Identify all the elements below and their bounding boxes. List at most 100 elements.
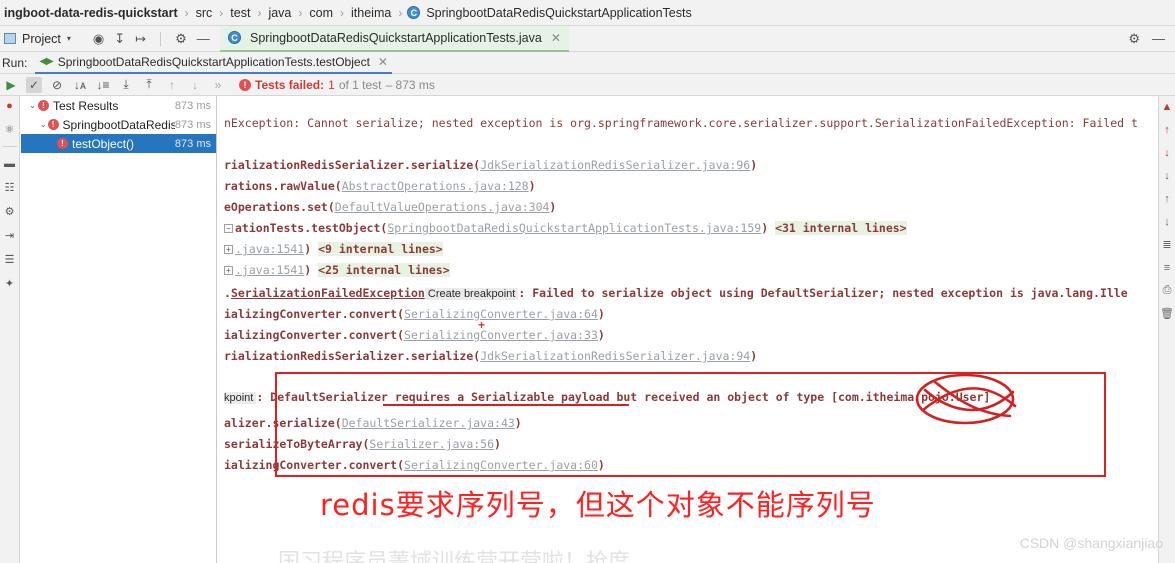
- expand-all-icon[interactable]: ⤓: [118, 77, 134, 93]
- console-line: rations.rawValue(AbstractOperations.java…: [224, 179, 536, 193]
- annotation-red-underline: [383, 404, 629, 406]
- soft-wrap-icon[interactable]: ≣: [1160, 238, 1174, 251]
- tree-node-test-method[interactable]: ! testObject() 873 ms: [21, 134, 216, 153]
- project-tool-window-header[interactable]: Project ▾ ◉ ↧ ↦ ⚙ —: [0, 26, 218, 51]
- print-icon[interactable]: ⎙: [1160, 284, 1174, 297]
- console-text: ): [549, 200, 557, 214]
- breadcrumb-separator: ›: [298, 5, 303, 20]
- project-icon: [4, 33, 16, 44]
- locate-target-icon[interactable]: ◉: [93, 31, 104, 47]
- stacktrace-link[interactable]: DefaultValueOperations.java:304: [335, 200, 550, 214]
- test-duration-label: – 873 ms: [385, 77, 435, 92]
- structure-icon[interactable]: ⚛: [2, 122, 18, 137]
- left-tool-rail: ● ⚛ ▬ ☷ ⚙ ⇥ ☰ ✦: [0, 96, 20, 563]
- stacktrace-link[interactable]: SerializingConverter.java:64: [404, 307, 598, 321]
- console-text: <9 internal lines>: [318, 242, 443, 256]
- stacktrace-link[interactable]: AbstractOperations.java:128: [342, 179, 529, 193]
- scroll-down-icon[interactable]: ↓: [1160, 169, 1174, 182]
- down-icon[interactable]: ↓: [1160, 215, 1174, 228]
- console-line: .SerializationFailedException Create bre…: [224, 286, 1128, 301]
- stacktrace-link[interactable]: Serializer.java:56: [369, 437, 494, 451]
- tree-node-label: SpringbootDataRedisQuick: [62, 117, 175, 132]
- console-text: eOperations.set(: [224, 200, 335, 214]
- breadcrumb-item-project[interactable]: ingboot-data-redis-quickstart: [2, 6, 180, 20]
- up-icon[interactable]: ↑: [1160, 192, 1174, 205]
- stacktrace-link[interactable]: SerializingConverter.java:60: [404, 458, 598, 472]
- console-text: ationTests.testObject(: [235, 221, 388, 235]
- stacktrace-link[interactable]: SerializingConverter.java:33: [404, 328, 598, 342]
- breadcrumb-separator: ›: [257, 5, 262, 20]
- show-ignored-icon[interactable]: ⊘: [49, 77, 65, 93]
- stacktrace-link[interactable]: JdkSerializationRedisSerializer.java:94: [480, 349, 750, 363]
- editor-tab-tests-java[interactable]: C SpringbootDataRedisQuickstartApplicati…: [220, 25, 569, 52]
- sort-by-duration-icon[interactable]: ↓≡: [95, 77, 111, 93]
- annotation-red-scribble: [915, 373, 1017, 425]
- gear-icon[interactable]: ⚙: [175, 31, 187, 47]
- test-results-tree[interactable]: ⌄ ! Test Results 873 ms ⌄ ! SpringbootDa…: [21, 96, 217, 563]
- stacktrace-link[interactable]: DefaultSerializer.java:43: [342, 416, 515, 430]
- minimize-icon[interactable]: —: [197, 31, 210, 46]
- minimize-icon[interactable]: —: [1152, 31, 1165, 46]
- expand-all-icon[interactable]: ↧: [114, 31, 125, 47]
- console-line: serializeToByteArray(Serializer.java:56): [224, 437, 501, 451]
- tool-window-header: Project ▾ ◉ ↧ ↦ ⚙ — C SpringbootDataRedi…: [0, 25, 1175, 52]
- scroll-to-top-icon[interactable]: ▲: [1160, 100, 1174, 113]
- console-text[interactable]: SerializationFailedException: [231, 286, 425, 300]
- console-line: + .java:1541) <9 internal lines>: [224, 242, 443, 256]
- error-badge-icon[interactable]: ●: [2, 98, 18, 113]
- fold-toggle-icon[interactable]: +: [224, 245, 233, 254]
- tree-node-test-class[interactable]: ⌄ ! SpringbootDataRedisQuick 873 ms: [21, 115, 216, 134]
- stacktrace-link[interactable]: SpringbootDataRedisQuickstartApplication…: [387, 221, 761, 235]
- trash-icon[interactable]: 🗑: [1160, 307, 1174, 320]
- collapse-all-icon[interactable]: ⤒: [141, 77, 157, 93]
- breadcrumb-item-class[interactable]: SpringbootDataRedisQuickstartApplication…: [424, 6, 693, 20]
- filter-icon[interactable]: ≡: [1160, 261, 1174, 274]
- show-passed-icon[interactable]: ✓: [26, 76, 42, 93]
- gear-icon[interactable]: ⚙: [1128, 31, 1140, 47]
- test-status-label: Tests failed:: [255, 77, 325, 92]
- breadcrumb-separator: ›: [184, 5, 189, 20]
- stacktrace-link[interactable]: .java:1541: [235, 263, 304, 277]
- build-icon[interactable]: ⚙: [2, 204, 18, 219]
- previous-failed-test-icon[interactable]: ↑: [164, 77, 180, 93]
- camera-icon[interactable]: ☷: [2, 180, 18, 195]
- console-line: eOperations.set(DefaultValueOperations.j…: [224, 200, 556, 214]
- services-icon[interactable]: ☰: [2, 252, 18, 267]
- breadcrumb-item-test[interactable]: test: [228, 6, 252, 20]
- breadcrumb-item-java[interactable]: java: [266, 6, 293, 20]
- sort-alphabetically-icon[interactable]: ↓ᴀ: [72, 77, 88, 93]
- stacktrace-link[interactable]: JdkSerializationRedisSerializer.java:96: [480, 158, 750, 172]
- fold-toggle-icon[interactable]: +: [224, 266, 233, 275]
- more-options-icon[interactable]: »: [210, 77, 226, 93]
- close-icon[interactable]: ✕: [378, 55, 388, 69]
- console-text: ializingConverter.convert(: [224, 458, 405, 472]
- breadcrumb-item-src[interactable]: src: [194, 6, 215, 20]
- breadcrumb-item-com[interactable]: com: [307, 6, 335, 20]
- fold-toggle-icon[interactable]: −: [224, 224, 233, 233]
- close-icon[interactable]: ✕: [551, 31, 561, 45]
- breadcrumb-separator: ›: [219, 5, 224, 20]
- console-line: ializingConverter.convert(SerializingCon…: [224, 458, 605, 472]
- collapse-all-icon[interactable]: ↦: [135, 31, 146, 47]
- chevron-down-icon[interactable]: ⌄: [27, 101, 38, 110]
- favorites-icon[interactable]: ▬: [2, 156, 18, 171]
- breadcrumb-item-itheima[interactable]: itheima: [349, 6, 393, 20]
- console-line: ializingConverter.convert(SerializingCon…: [224, 307, 605, 321]
- tree-node-test-results[interactable]: ⌄ ! Test Results 873 ms: [21, 96, 216, 115]
- previous-occurrence-icon[interactable]: ↑: [1160, 123, 1174, 136]
- run-configuration-tab[interactable]: ◀▶ SpringbootDataRedisQuickstartApplicat…: [35, 52, 392, 74]
- console-text: ): [514, 416, 522, 430]
- next-occurrence-icon[interactable]: ↓: [1160, 146, 1174, 159]
- ide-window: ingboot-data-redis-quickstart › src › te…: [0, 0, 1175, 563]
- pin-icon[interactable]: ✦: [2, 276, 18, 291]
- stacktrace-link[interactable]: .java:1541: [235, 242, 304, 256]
- console-text: ): [494, 437, 501, 451]
- tree-node-duration: 873 ms: [174, 99, 211, 112]
- next-failed-test-icon[interactable]: ↓: [187, 77, 203, 93]
- chevron-down-icon[interactable]: ▾: [67, 34, 71, 43]
- error-icon: !: [47, 119, 59, 130]
- run-anything-icon[interactable]: ⇥: [2, 228, 18, 243]
- chevron-down-icon[interactable]: ⌄: [39, 120, 48, 129]
- rerun-icon[interactable]: ▶: [3, 77, 19, 93]
- error-icon: !: [57, 138, 68, 149]
